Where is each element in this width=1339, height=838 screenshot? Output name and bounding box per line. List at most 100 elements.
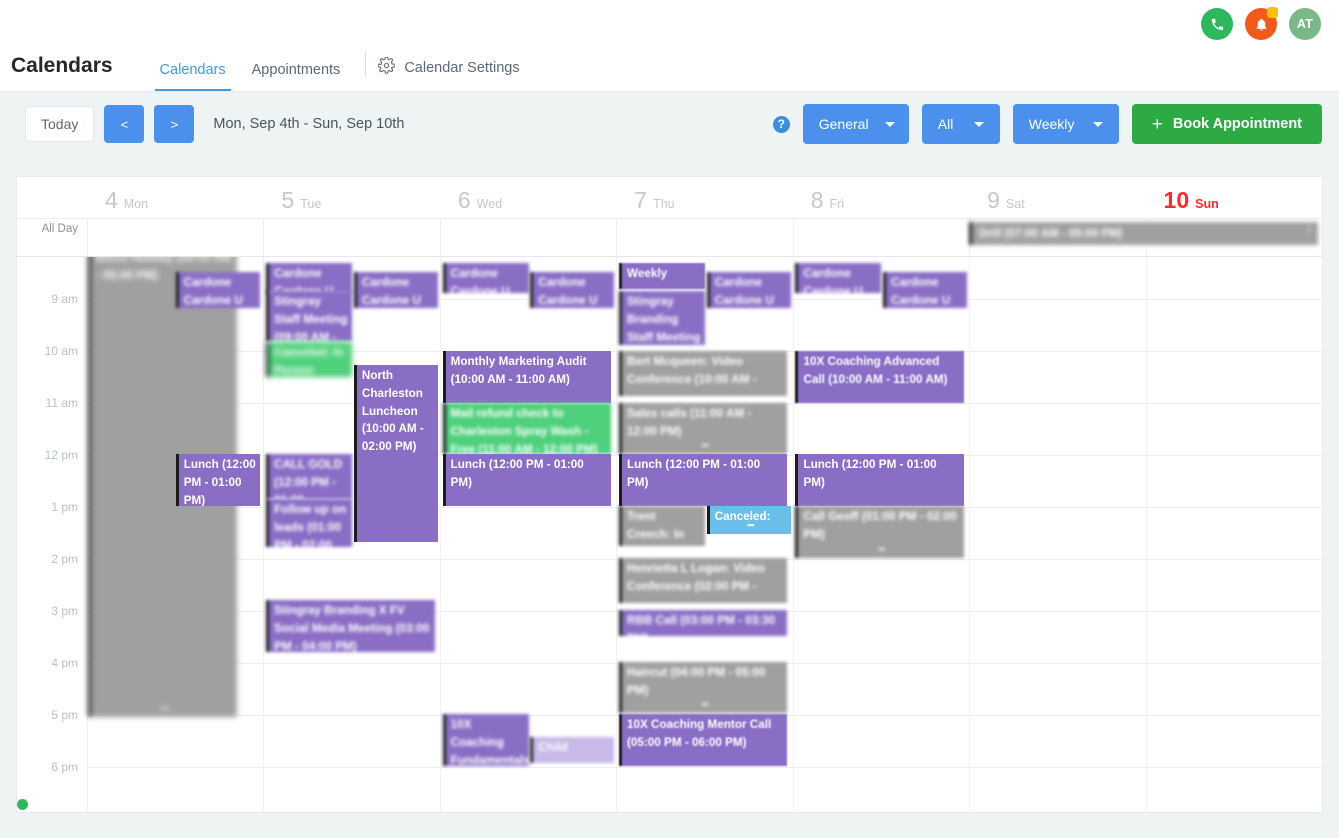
calendar-event[interactable]: Stingray Staff Meeting (09:00 AM - xyxy=(266,291,353,341)
event-title: Cardone Cardone U xyxy=(803,267,863,293)
calendar-event[interactable]: Stingray Branding X FV Social Media Meet… xyxy=(266,600,435,652)
calendar-scroll-area[interactable]: 8 am9 am10 am11 am12 pm1 pm2 pm3 pm4 pm5… xyxy=(17,257,1322,813)
calendar-event[interactable]: Lunch (12:00 PM - 01:00 PM) xyxy=(442,454,611,506)
calendar-event[interactable]: Trent Creech: In Person xyxy=(619,506,705,546)
calendar-event[interactable]: Cardone Cardone U xyxy=(706,272,791,308)
user-filter-label: All xyxy=(937,116,954,132)
calendar-event[interactable]: Lunch (12:00 PM - 01:00 PM) xyxy=(175,454,260,506)
calendar-event[interactable]: Cardone Cardone U xyxy=(353,272,439,308)
event-resize-handle[interactable]: ▪▪▪ xyxy=(878,543,886,557)
event-resize-handle[interactable]: ▪▪▪ xyxy=(747,519,755,533)
event-title: Cardone Cardone U xyxy=(538,276,598,307)
book-appointment-label: Book Appointment xyxy=(1172,116,1302,132)
calendar-event[interactable]: Cardone Cardone U xyxy=(175,272,260,308)
calendar-event[interactable]: Canceled: In Person xyxy=(266,342,353,377)
calendar-event[interactable]: Lunch (12:00 PM - 01:00 PM) xyxy=(795,454,964,506)
hour-gridline xyxy=(970,559,1146,560)
calendar-event[interactable]: Cardone Cardone U xyxy=(795,263,882,293)
calendar-event[interactable]: CALL GOLD (12:00 PM - 01:00 xyxy=(266,454,353,499)
day-column-mon[interactable]: Block Holiday (08:00 AM - 05:00 PM) ▪▪▪ Ca… xyxy=(87,257,264,813)
day-header-thu[interactable]: 7 Thu xyxy=(616,177,792,218)
hour-gridline xyxy=(793,767,970,768)
day-header-sun[interactable]: 10 Sun xyxy=(1146,177,1322,218)
calendar-event[interactable]: Cardone Cardone U xyxy=(266,263,353,293)
day-weekday: Wed xyxy=(476,197,503,211)
calendar-event[interactable]: Cardone Cardone U xyxy=(530,272,615,308)
day-column-tue[interactable]: Cardone Cardone U Stingray Staff Meeting … xyxy=(263,257,440,813)
next-week-button[interactable]: > xyxy=(154,105,195,143)
chevron-down-icon xyxy=(884,121,895,127)
day-column-sat[interactable] xyxy=(969,257,1146,813)
calendar-event[interactable]: RBB Call (03:00 PM - 03:30 PM) xyxy=(619,610,788,636)
calendar-event[interactable]: Follow up on leads (01:00 PM - 02:00 xyxy=(266,499,353,547)
all-day-event[interactable]: Drill (07:00 AM - 05:00 PM) ⋮ xyxy=(969,222,1319,245)
event-resize-handle[interactable]: ▪▪▪ xyxy=(701,698,709,712)
calendar-event[interactable]: Lunch (12:00 PM - 01:00 PM) xyxy=(619,454,788,506)
view-mode-dropdown[interactable]: Weekly xyxy=(1012,104,1119,144)
day-column-wed[interactable]: Cardone Cardone U Cardone Cardone U Monthl… xyxy=(439,257,617,813)
calendar-event[interactable]: North Charleston Luncheon (10:00 AM - 02… xyxy=(353,365,439,542)
time-label: 10 am xyxy=(44,344,78,358)
gear-icon xyxy=(377,56,396,78)
calendar-event[interactable]: Henrietta L Logan: Video Conference (02:… xyxy=(619,558,788,603)
all-day-cell-tue[interactable] xyxy=(263,219,439,256)
calendar-event[interactable]: Bert Mcqueen: Video Conference (10:00 AM… xyxy=(619,351,788,396)
calendar-event[interactable]: 10X Coaching Advanced Call (10:00 AM - 1… xyxy=(795,351,964,403)
event-title: Trent Creech: In Person xyxy=(627,510,685,546)
event-title: North Charleston Luncheon (10:00 AM - 02… xyxy=(361,369,424,454)
calendar-event[interactable]: Cardone Cardone U xyxy=(442,263,529,293)
hour-gridline xyxy=(1146,403,1322,404)
nav-divider xyxy=(365,51,367,77)
hour-gridline xyxy=(793,403,970,404)
hour-gridline xyxy=(793,663,970,664)
event-handle[interactable]: ⋮ xyxy=(1304,224,1314,235)
hour-gridline xyxy=(970,715,1146,716)
day-column-fri[interactable]: Cardone Cardone U Cardone Cardone U 10X Co… xyxy=(792,257,970,813)
day-header-mon[interactable]: 4 Mon xyxy=(87,177,263,218)
event-title: Monthly Marketing Audit (10:00 AM - 11:0… xyxy=(450,355,587,386)
all-day-cell-fri[interactable] xyxy=(792,219,969,256)
event-title: 10X Coaching Fundamentals Call (05:00 xyxy=(450,718,529,766)
nav-settings-label: Calendar Settings xyxy=(404,59,520,76)
today-button[interactable]: Today xyxy=(25,106,95,142)
calendar-event[interactable]: Mail refund check to Charleston Spray Wa… xyxy=(442,403,611,454)
user-filter-dropdown[interactable]: All xyxy=(921,104,1000,144)
event-resize-handle[interactable]: ▪▪▪ xyxy=(701,439,709,453)
book-appointment-button[interactable]: + Book Appointment xyxy=(1131,104,1322,144)
hour-gridline xyxy=(440,507,617,508)
prev-week-button[interactable]: < xyxy=(104,105,145,143)
event-resize-handle[interactable]: ▪▪▪ xyxy=(161,702,169,716)
event-title: Cardone Cardone U xyxy=(361,276,421,307)
calendar-event[interactable]: Cardone Cardone U xyxy=(883,272,968,308)
day-header-fri[interactable]: 8 Fri xyxy=(793,177,969,218)
day-header-tue[interactable]: 5 Tue xyxy=(263,177,439,218)
event-title: Lunch (12:00 PM - 01:00 PM) xyxy=(450,458,584,489)
day-header-sat[interactable]: 9 Sat xyxy=(969,177,1145,218)
event-title: Stingray Staff Meeting (09:00 AM - xyxy=(274,295,348,341)
calendar-filter-dropdown[interactable]: General xyxy=(802,104,909,144)
event-title: Cardone Cardone U xyxy=(450,267,510,293)
hour-gridline xyxy=(1146,611,1322,612)
all-day-cell-thu[interactable] xyxy=(616,219,792,256)
calendar-event[interactable]: Canceled: ▪▪▪ xyxy=(706,506,791,534)
calendar-event[interactable]: Stingray Branding Staff Meeting xyxy=(619,291,705,345)
calendar-event[interactable]: 10X Coaching Mentor Call (05:00 PM - 06:… xyxy=(619,714,788,766)
event-title: Cardone Cardone U xyxy=(714,276,774,307)
tab-appointments[interactable]: Appointments xyxy=(239,62,354,91)
calendar-event[interactable]: Sales calls (11:00 AM - 12:00 PM) ▪▪▪ xyxy=(619,403,788,454)
hour-gridline xyxy=(617,767,793,768)
calendar-event[interactable]: Call Geoff (01:00 PM - 02:00 PM) ▪▪▪ xyxy=(795,506,964,558)
calendar-event[interactable]: Monthly Marketing Audit (10:00 AM - 11:0… xyxy=(442,351,611,403)
calendar-event[interactable]: Haircut (04:00 PM - 05:00 PM) ▪▪▪ xyxy=(619,662,788,713)
day-column-thu[interactable]: Weekly Stingray Branding Staff Meeting Car… xyxy=(616,257,793,813)
nav-calendar-settings[interactable]: Calendar Settings xyxy=(377,56,520,91)
calendar-event[interactable]: Child xyxy=(530,737,615,763)
all-day-cell-wed[interactable] xyxy=(439,219,616,256)
calendar-event[interactable]: 10X Coaching Fundamentals Call (05:00 xyxy=(442,714,529,766)
day-header-wed[interactable]: 6 Wed xyxy=(440,177,616,218)
all-day-cell-mon[interactable] xyxy=(87,219,263,256)
tab-calendars[interactable]: Calendars xyxy=(147,62,239,91)
day-column-sun[interactable] xyxy=(1145,257,1322,813)
help-icon[interactable]: ? xyxy=(772,115,790,133)
calendar-event[interactable]: Weekly xyxy=(619,263,705,289)
